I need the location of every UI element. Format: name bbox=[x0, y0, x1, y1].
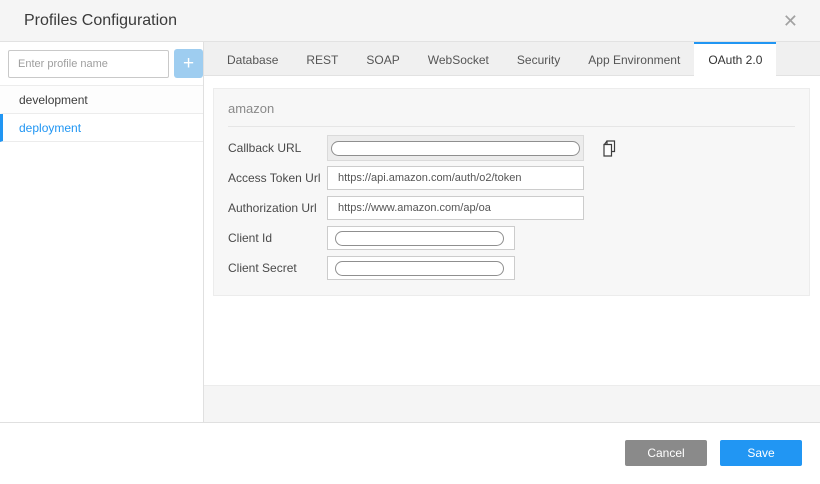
callback-url-label: Callback URL bbox=[228, 141, 327, 155]
client-secret-field[interactable] bbox=[327, 256, 515, 280]
profiles-sidebar: + development deployment bbox=[0, 42, 204, 422]
cancel-button[interactable]: Cancel bbox=[625, 440, 707, 466]
tab-rest[interactable]: REST bbox=[292, 42, 352, 75]
client-id-field[interactable] bbox=[327, 226, 515, 250]
profile-name-input[interactable] bbox=[8, 50, 169, 78]
provider-name-label: amazon bbox=[228, 89, 795, 127]
client-secret-label: Client Secret bbox=[228, 261, 327, 275]
redacted-value bbox=[331, 141, 580, 156]
copy-icon[interactable] bbox=[600, 139, 618, 158]
tab-security[interactable]: Security bbox=[503, 42, 574, 75]
client-id-label: Client Id bbox=[228, 231, 327, 245]
authorization-url-label: Authorization Url bbox=[228, 201, 327, 215]
content-area: Database REST SOAP WebSocket Security Ap… bbox=[204, 42, 820, 422]
access-token-url-label: Access Token Url bbox=[228, 171, 327, 185]
authorization-url-row: Authorization Url bbox=[228, 193, 795, 223]
oauth-fields: Callback URL bbox=[228, 127, 795, 283]
profile-item-deployment[interactable]: deployment bbox=[0, 114, 203, 142]
callback-url-row: Callback URL bbox=[228, 133, 795, 163]
dialog-action-bar: Cancel Save bbox=[0, 423, 820, 483]
tab-database[interactable]: Database bbox=[213, 42, 292, 75]
tab-app-environment[interactable]: App Environment bbox=[574, 42, 694, 75]
tab-oauth-2-0[interactable]: OAuth 2.0 bbox=[694, 42, 776, 76]
redacted-value bbox=[335, 261, 504, 276]
profile-create-row: + bbox=[0, 42, 203, 85]
dialog-header: Profiles Configuration ✕ bbox=[0, 0, 820, 42]
profile-item-development[interactable]: development bbox=[0, 86, 203, 114]
tab-soap[interactable]: SOAP bbox=[352, 42, 413, 75]
content-footer-strip bbox=[204, 385, 820, 422]
client-secret-row: Client Secret bbox=[228, 253, 795, 283]
oauth-tab-content: amazon Callback URL bbox=[204, 76, 820, 385]
dialog-body: + development deployment Database REST S… bbox=[0, 42, 820, 423]
callback-url-field bbox=[327, 135, 584, 161]
add-profile-button[interactable]: + bbox=[174, 49, 203, 78]
save-button[interactable]: Save bbox=[720, 440, 802, 466]
redacted-value bbox=[335, 231, 504, 246]
tab-websocket[interactable]: WebSocket bbox=[414, 42, 503, 75]
close-icon[interactable]: ✕ bbox=[779, 10, 802, 32]
config-tabbar: Database REST SOAP WebSocket Security Ap… bbox=[204, 42, 820, 76]
oauth-provider-panel: amazon Callback URL bbox=[213, 88, 810, 296]
access-token-url-input[interactable] bbox=[327, 166, 584, 190]
profile-list: development deployment bbox=[0, 85, 203, 142]
page-title: Profiles Configuration bbox=[24, 12, 177, 30]
authorization-url-input[interactable] bbox=[327, 196, 584, 220]
access-token-url-row: Access Token Url bbox=[228, 163, 795, 193]
client-id-row: Client Id bbox=[228, 223, 795, 253]
